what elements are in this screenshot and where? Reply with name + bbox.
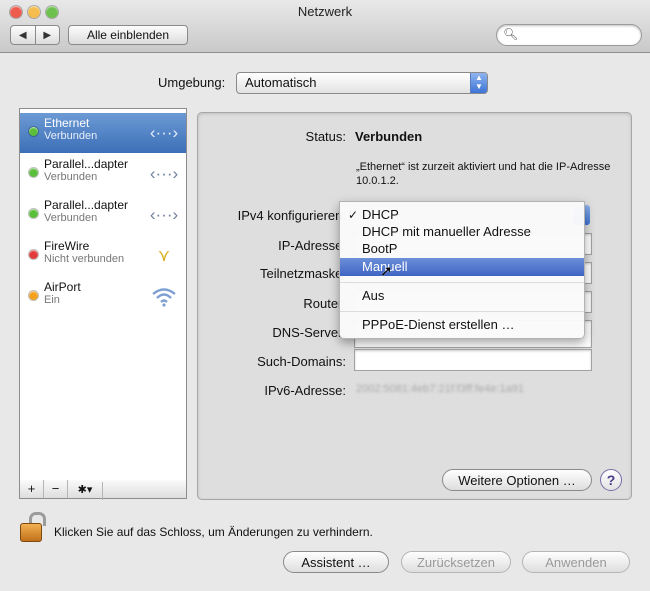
window-titlebar: Netzwerk ◀ ▶ Alle einblenden 🔍︎: [0, 0, 650, 53]
service-item-parallels-2[interactable]: Parallel...dapter Verbunden ‹···›: [20, 195, 186, 235]
search-field[interactable]: 🔍︎: [496, 24, 642, 46]
ip-address-label: IP-Adresse:: [278, 238, 346, 253]
ipv6-address-label: IPv6-Adresse:: [264, 383, 346, 398]
forward-arrow-icon[interactable]: ▶: [36, 26, 60, 44]
menu-item-label: DHCP mit manueller Adresse: [362, 224, 531, 239]
menu-item-label: PPPoE-Dienst erstellen …: [362, 317, 515, 332]
status-dot-icon: [29, 209, 38, 218]
mouse-pointer-icon: ➚: [380, 263, 393, 280]
assistant-button[interactable]: Assistent …: [283, 551, 389, 573]
show-all-button[interactable]: Alle einblenden: [68, 25, 188, 45]
menu-item-dhcp[interactable]: ✓ DHCP: [340, 206, 584, 224]
menu-item-bootp[interactable]: BootP: [340, 240, 584, 258]
service-status: Nicht verbunden: [44, 253, 125, 265]
ethernet-arrows-icon: ‹···›: [149, 164, 179, 183]
ipv4-configure-menu[interactable]: ✓ DHCP DHCP mit manueller Adresse BootP …: [339, 201, 585, 339]
dns-server-label: DNS-Server:: [272, 325, 346, 340]
lock-hint-text: Klicken Sie auf das Schloss, um Änderung…: [54, 525, 373, 539]
menu-item-dhcp-manual[interactable]: DHCP mit manueller Adresse: [340, 223, 584, 241]
window-title: Netzwerk: [297, 4, 353, 19]
status-dot-icon: [29, 291, 38, 300]
status-description: „Ethernet“ ist zurzeit aktiviert und hat…: [356, 161, 611, 187]
menu-item-label: BootP: [362, 241, 398, 256]
help-button[interactable]: ?: [600, 469, 622, 491]
environment-select[interactable]: Automatisch ▲ ▼: [236, 72, 488, 94]
apply-button[interactable]: Anwenden: [522, 551, 630, 573]
more-options-button[interactable]: Weitere Optionen …: [442, 469, 592, 491]
service-item-parallels-1[interactable]: Parallel...dapter Verbunden ‹···›: [20, 154, 186, 194]
environment-value: Automatisch: [245, 75, 317, 90]
status-label: Status:: [305, 129, 346, 144]
menu-item-manuell[interactable]: Manuell: [340, 258, 584, 276]
service-name: AirPort: [44, 280, 81, 294]
service-name: FireWire: [44, 239, 90, 253]
back-forward-control[interactable]: ◀ ▶: [10, 25, 60, 45]
search-domains-label: Such-Domains:: [257, 354, 346, 369]
menu-item-label: Aus: [362, 288, 385, 303]
status-dot-icon: [29, 168, 38, 177]
ipv6-address-value: 2002:5081:4eb7:21f:f3ff:fe4e:1a91: [356, 383, 525, 395]
ethernet-arrows-icon: ‹···›: [149, 205, 179, 224]
service-item-firewire[interactable]: FireWire Nicht verbunden ⋎: [20, 236, 186, 276]
ethernet-arrows-icon: ‹···›: [149, 123, 179, 142]
menu-item-aus[interactable]: Aus: [340, 287, 584, 305]
menu-separator: [340, 282, 584, 283]
status-value: Verbunden: [355, 129, 423, 144]
service-name: Parallel...dapter: [44, 198, 129, 212]
service-item-airport[interactable]: AirPort Ein: [20, 277, 186, 317]
back-arrow-icon[interactable]: ◀: [11, 26, 36, 44]
router-label: Router:: [303, 296, 346, 311]
wifi-icon: [150, 285, 178, 309]
service-list[interactable]: Ethernet Verbunden ‹···› Parallel...dapt…: [19, 108, 187, 482]
add-service-button[interactable]: +: [20, 480, 44, 498]
popup-arrows-icon: ▲ ▼: [470, 73, 487, 93]
ipv4-configure-label: IPv4 konfigurieren:: [237, 208, 346, 223]
revert-button[interactable]: Zurücksetzen: [401, 551, 511, 573]
lock-icon[interactable]: [20, 512, 46, 542]
service-item-ethernet[interactable]: Ethernet Verbunden ‹···›: [20, 113, 186, 153]
status-dot-icon: [29, 250, 38, 259]
firewire-icon: ⋎: [157, 246, 171, 265]
remove-service-button[interactable]: −: [44, 480, 68, 498]
service-status: Verbunden: [44, 130, 98, 142]
service-name: Ethernet: [44, 116, 90, 130]
status-dot-icon: [29, 127, 38, 136]
gear-menu-button[interactable]: ✱▾: [68, 482, 103, 500]
service-status: Ein: [44, 294, 60, 306]
subnet-mask-label: Teilnetzmaske:: [260, 266, 346, 281]
menu-item-label: DHCP: [362, 207, 399, 222]
checkmark-icon: ✓: [348, 208, 359, 222]
service-status: Verbunden: [44, 212, 98, 224]
search-domains-field[interactable]: [354, 349, 592, 371]
menu-separator: [340, 311, 584, 312]
service-list-toolbar: + − ✱▾: [19, 480, 187, 500]
environment-label: Umgebung:: [158, 75, 226, 90]
service-status: Verbunden: [44, 171, 98, 183]
service-name: Parallel...dapter: [44, 157, 129, 171]
menu-item-pppoe[interactable]: PPPoE-Dienst erstellen …: [340, 316, 584, 334]
search-icon: 🔍︎: [503, 27, 519, 41]
